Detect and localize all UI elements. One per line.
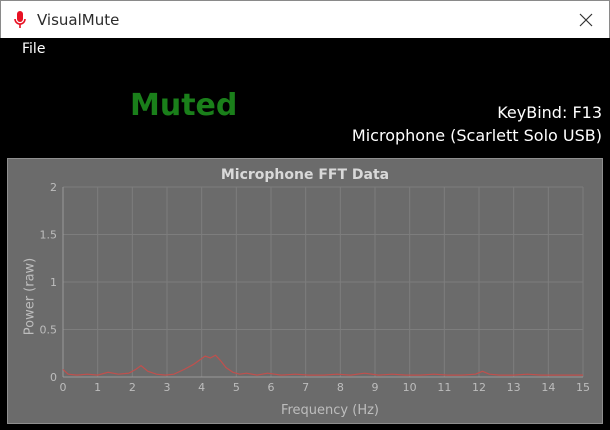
- x-tick-label: 0: [60, 381, 67, 394]
- x-tick-label: 13: [507, 381, 521, 394]
- fft-chart: 0 1 2 3 4 5 6 7 8 9 10 11 12 13 14 15 0 0.5 1 1.5 2 Micropho…: [7, 158, 603, 424]
- x-tick-label: 14: [541, 381, 555, 394]
- x-tick-label: 15: [576, 381, 590, 394]
- y-axis-label: Power (raw): [22, 257, 38, 336]
- x-tick-label: 2: [129, 381, 136, 394]
- x-tick-label: 12: [472, 381, 486, 394]
- x-tick-label: 6: [268, 381, 275, 394]
- y-tick-label: 0.5: [40, 324, 58, 337]
- x-tick-label: 8: [337, 381, 344, 394]
- x-tick-label: 3: [164, 381, 171, 394]
- window-title: VisualMute: [37, 11, 120, 29]
- y-tick-label: 1.5: [40, 229, 58, 242]
- close-icon: [579, 13, 593, 27]
- x-axis-label: Frequency (Hz): [280, 403, 380, 418]
- x-tick-label: 9: [372, 381, 379, 394]
- mute-status: Muted: [130, 88, 238, 123]
- title-bar: VisualMute: [0, 0, 610, 38]
- menu-bar: File: [0, 38, 610, 60]
- menu-file[interactable]: File: [22, 41, 45, 57]
- device-label: Microphone (Scarlett Solo USB): [351, 126, 602, 145]
- close-button[interactable]: [563, 1, 609, 39]
- x-tick-label: 11: [437, 381, 451, 394]
- x-tick-label: 7: [302, 381, 309, 394]
- y-tick-label: 0: [50, 371, 57, 384]
- microphone-icon: [14, 11, 26, 28]
- x-tick-label: 5: [233, 381, 240, 394]
- keybind-label: KeyBind: F13: [497, 103, 602, 122]
- series-line: [62, 354, 583, 376]
- chart-title: Microphone FFT Data: [220, 167, 390, 183]
- x-tick-label: 4: [198, 381, 205, 394]
- fft-chart-plot: 0 1 2 3 4 5 6 7 8 9 10 11 12 13 14 1500.511.52: [40, 181, 591, 394]
- x-tick-label: 10: [403, 381, 417, 394]
- x-tick-label: 1: [94, 381, 101, 394]
- y-tick-label: 1: [50, 276, 57, 289]
